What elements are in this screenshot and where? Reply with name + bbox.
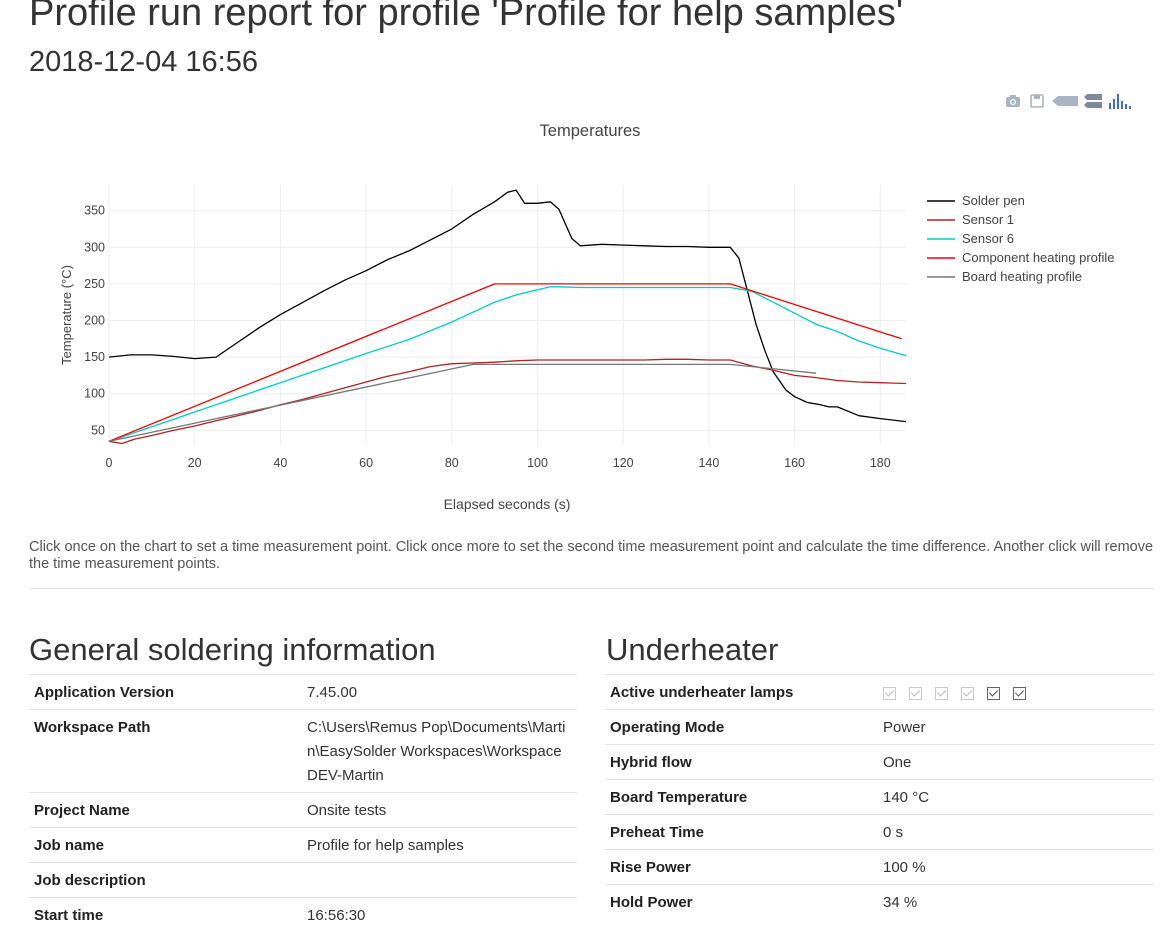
row-key: Rise Power <box>605 850 878 885</box>
row-key: Operating Mode <box>605 710 878 745</box>
legend-label: Sensor 1 <box>962 212 1014 227</box>
lamp-checkbox[interactable] <box>987 687 1000 700</box>
y-tick-label: 250 <box>84 277 105 291</box>
row-value: 7.45.00 <box>302 675 577 710</box>
x-tick-label: 80 <box>445 456 459 470</box>
y-tick-label: 300 <box>84 240 105 254</box>
plotly-logo-icon[interactable] <box>1108 92 1132 110</box>
row-key: Job description <box>29 863 302 898</box>
table-row: Hold Power34 % <box>605 885 1154 920</box>
hover-compare-icon[interactable] <box>1084 92 1102 110</box>
row-value: Onsite tests <box>302 793 577 828</box>
y-tick-label: 350 <box>84 204 105 218</box>
x-tick-label: 20 <box>188 456 202 470</box>
row-value: Power <box>878 710 1154 745</box>
table-row: Start time16:56:30 <box>29 898 577 932</box>
y-axis-label: Temperature (°C) <box>59 265 74 365</box>
row-value: 16:56:30 <box>302 898 577 932</box>
x-axis-label: Elapsed seconds (s) <box>444 496 571 512</box>
row-key: Hold Power <box>605 885 878 920</box>
underheater-table: Active underheater lamps Operating ModeP… <box>605 674 1154 919</box>
y-tick-label: 150 <box>84 350 105 364</box>
series-line[interactable] <box>109 359 906 443</box>
x-tick-label: 100 <box>527 456 548 470</box>
row-value: 34 % <box>878 885 1154 920</box>
chart-svg[interactable]: 50 100 150 200 250 300 350 0 20 40 60 80 100 120 140 16… <box>29 110 1159 530</box>
x-tick-label: 140 <box>698 456 719 470</box>
lamp-checkbox[interactable] <box>935 687 948 700</box>
x-tick-label: 0 <box>106 456 113 470</box>
table-row: Job description <box>29 863 577 898</box>
lamp-checkboxes <box>883 681 1149 705</box>
page-title: Profile run report for profile 'Profile … <box>29 0 903 35</box>
row-key: Workspace Path <box>29 710 302 793</box>
legend-label: Solder pen <box>962 193 1025 208</box>
legend-label: Sensor 6 <box>962 231 1014 246</box>
x-tick-label: 40 <box>273 456 287 470</box>
row-value: C:\Users\Remus Pop\Documents\Martin\Easy… <box>302 710 577 793</box>
underheater-section-title: Underheater <box>606 632 778 668</box>
x-tick-label: 180 <box>870 456 891 470</box>
x-tick-label: 60 <box>359 456 373 470</box>
lamp-checkbox[interactable] <box>961 687 974 700</box>
hover-closest-icon[interactable] <box>1052 92 1078 110</box>
table-row: Project NameOnsite tests <box>29 793 577 828</box>
x-tick-label: 160 <box>784 456 805 470</box>
y-tick-label: 100 <box>84 387 105 401</box>
table-row: Application Version7.45.00 <box>29 675 577 710</box>
save-icon[interactable] <box>1028 92 1046 110</box>
y-tick-label: 200 <box>84 313 105 327</box>
row-value: 140 °C <box>878 780 1154 815</box>
series-line[interactable] <box>109 364 816 441</box>
chart-title: Temperatures <box>540 122 641 140</box>
row-key: Application Version <box>29 675 302 710</box>
legend-label: Component heating profile <box>962 250 1115 265</box>
series-line[interactable] <box>109 190 906 422</box>
row-key: Hybrid flow <box>605 745 878 780</box>
row-key: Active underheater lamps <box>605 675 878 710</box>
report-date: 2018-12-04 16:56 <box>29 46 258 79</box>
row-key: Board Temperature <box>605 780 878 815</box>
row-key: Project Name <box>29 793 302 828</box>
legend-label: Board heating profile <box>962 269 1082 284</box>
row-value: 100 % <box>878 850 1154 885</box>
table-row: Preheat Time0 s <box>605 815 1154 850</box>
chart-modebar <box>1004 92 1132 110</box>
lamps-cell <box>878 675 1154 710</box>
row-value <box>302 863 577 898</box>
row-value: Profile for help samples <box>302 828 577 863</box>
table-row: Board Temperature140 °C <box>605 780 1154 815</box>
lamp-checkbox[interactable] <box>909 687 922 700</box>
row-key: Start time <box>29 898 302 932</box>
general-info-table: Application Version7.45.00 Workspace Pat… <box>29 674 577 932</box>
table-row: Rise Power100 % <box>605 850 1154 885</box>
y-tick-label: 50 <box>91 423 105 437</box>
row-value: 0 s <box>878 815 1154 850</box>
table-row: Operating ModePower <box>605 710 1154 745</box>
temperature-chart[interactable]: 50 100 150 200 250 300 350 0 20 40 60 80 100 120 140 16… <box>29 110 1159 530</box>
lamp-checkbox[interactable] <box>1013 687 1026 700</box>
lamp-checkbox[interactable] <box>883 687 896 700</box>
chart-hint: Click once on the chart to set a time me… <box>29 539 1154 573</box>
general-section-title: General soldering information <box>29 632 436 668</box>
table-row: Workspace PathC:\Users\Remus Pop\Documen… <box>29 710 577 793</box>
table-row: Active underheater lamps <box>605 675 1154 710</box>
camera-icon[interactable] <box>1004 92 1022 110</box>
x-tick-label: 120 <box>613 456 634 470</box>
row-value: One <box>878 745 1154 780</box>
divider <box>29 588 1154 589</box>
table-row: Job nameProfile for help samples <box>29 828 577 863</box>
table-row: Hybrid flowOne <box>605 745 1154 780</box>
row-key: Preheat Time <box>605 815 878 850</box>
row-key: Job name <box>29 828 302 863</box>
